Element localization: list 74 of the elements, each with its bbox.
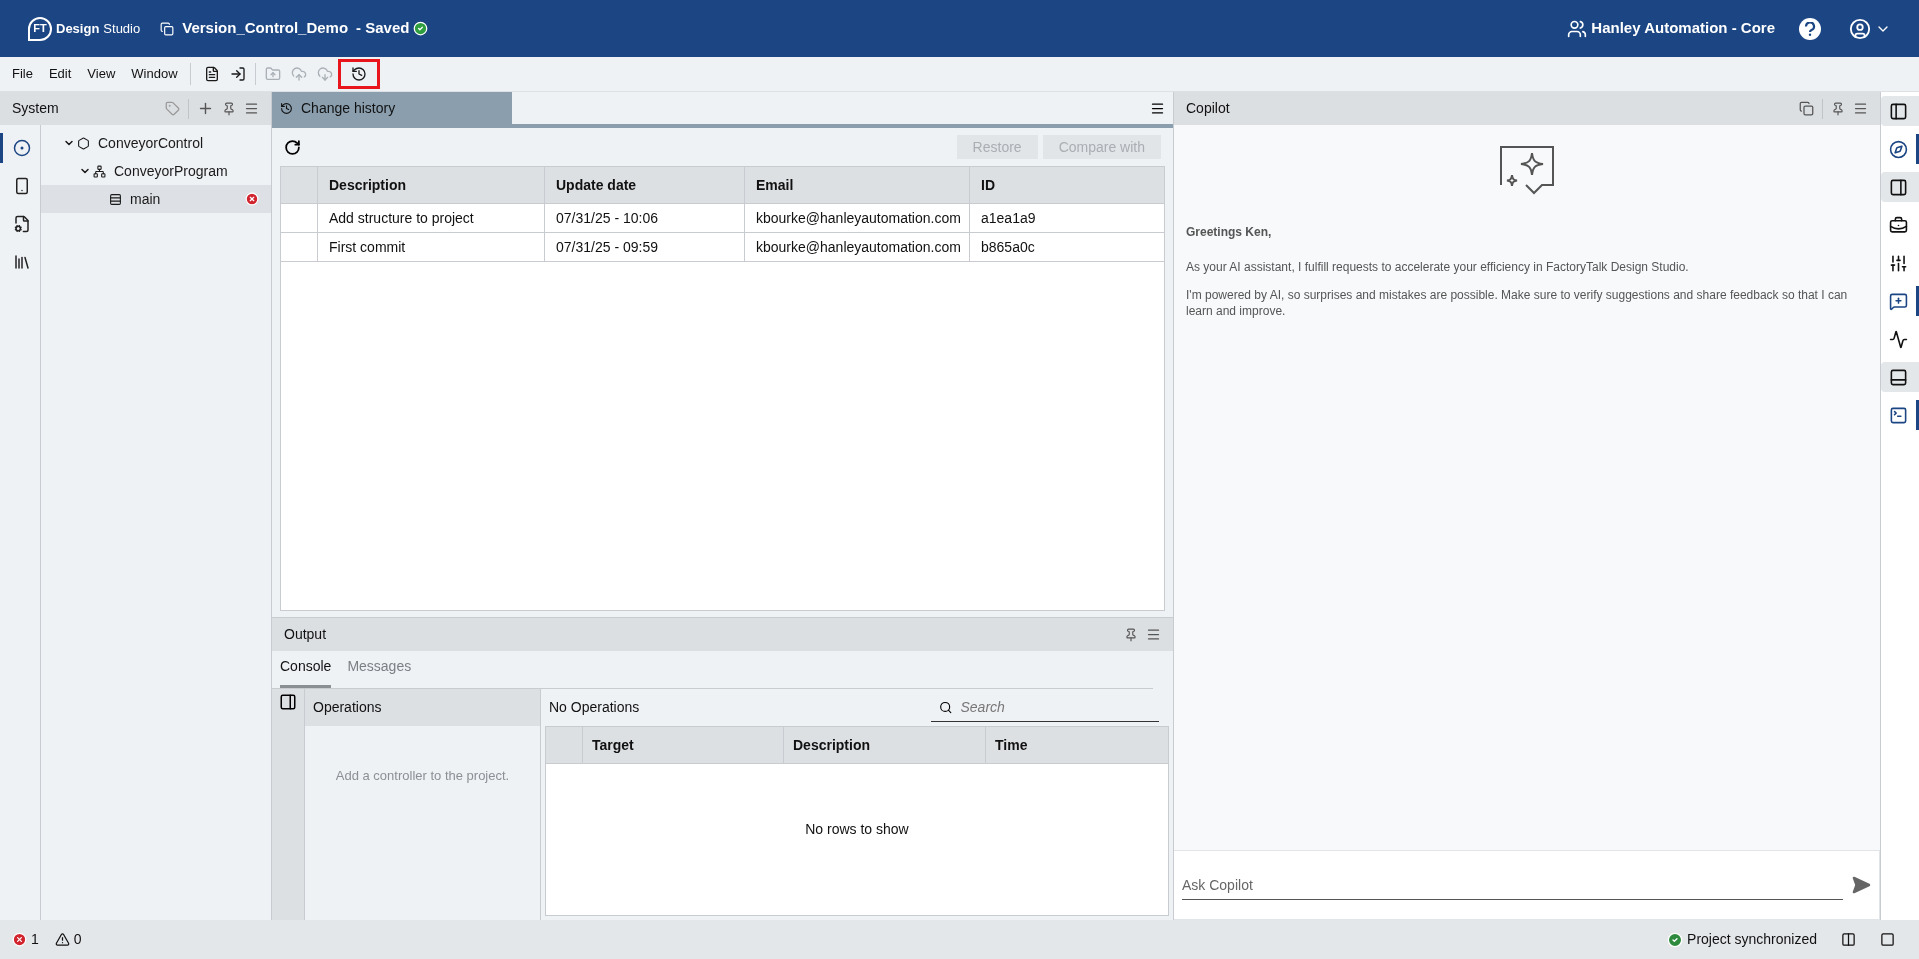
hexagon-icon [77,136,90,150]
menu-item[interactable]: View [87,64,116,84]
copilot-message: As your AI assistant, I fulfill requests to accelerate your efficiency in FactoryTalk Design Studio. [1186,259,1690,275]
tree-label: ConveyorProgram [114,161,229,181]
column-header[interactable]: Description [784,727,986,763]
organization-icon [1567,18,1588,39]
column-header[interactable]: Target [583,727,784,763]
table-cell: 07/31/25 - 09:59 [545,233,745,261]
operations-status: No Operations [549,698,641,717]
pin-icon[interactable] [1124,627,1138,642]
table-cell: First commit [318,233,545,261]
refresh-icon[interactable] [284,138,301,156]
brand-suffix: Studio [103,19,141,38]
search-icon [939,699,953,715]
column-header[interactable]: Email [745,167,970,203]
column-header[interactable]: Time [986,727,1168,763]
tree-item[interactable]: main [41,185,271,213]
help-icon[interactable] [1799,17,1821,40]
tree-item[interactable]: ConveyorProgram [41,157,271,185]
pin-icon[interactable] [222,101,236,116]
menu-item[interactable]: File [12,64,33,84]
logo-mark: FT [28,16,52,41]
error-icon[interactable] [12,932,27,947]
left-panel-icon[interactable] [1881,96,1919,126]
history-icon [280,101,293,115]
operations-header: Operations [305,689,540,726]
layout-icon[interactable] [1841,932,1856,947]
table-cell-text: b865a0c [980,237,1036,257]
sync-status: Project synchronized [1687,930,1817,949]
table-cell: kbourke@hanleyautomation.com [745,204,970,232]
maximize-icon[interactable] [1880,932,1895,947]
greeting-text: Greetings Ken, [1186,224,1273,241]
table-cell: Add structure to project [318,204,545,232]
panel-title: Copilot [1186,99,1231,118]
pin-icon[interactable] [1831,101,1845,116]
project-name: Version_Control_Demo [182,18,349,39]
tree-label: main [130,189,162,209]
column-header[interactable]: Update date [545,167,745,203]
change-history-tab[interactable]: Change history [272,92,512,124]
table-cell: 07/31/25 - 10:06 [545,204,745,232]
panel-title: System [12,99,60,118]
error-count[interactable]: 1 [31,929,39,950]
user-icon[interactable] [1849,17,1871,40]
output-tab[interactable]: Messages [347,656,412,688]
table-cell: kbourke@hanleyautomation.com [745,233,970,261]
empty-table-text: No rows to show [805,820,909,839]
ask-copilot-field[interactable]: Ask Copilot [1182,870,1843,900]
column-header[interactable]: ID [970,167,1164,203]
bottom-panel-icon[interactable] [1881,362,1919,392]
history-icon[interactable] [337,59,380,89]
copilot-message: I'm powered by AI, so surprises and mistakes are possible. Make sure to verify suggestions and share feedback so that I can learn and improve. [1186,287,1849,319]
table-cell-text: a1ea1a9 [980,208,1037,228]
tree-item[interactable]: ConveyorControl [41,129,271,157]
search-field[interactable]: Search [931,693,1159,722]
right-panel-icon[interactable] [1881,172,1919,202]
sync-check-icon [1667,931,1684,948]
menu-item[interactable]: Edit [48,64,72,84]
add-icon[interactable] [197,100,214,117]
saved-check-icon [413,21,429,36]
panel-title: Output [284,625,328,644]
organization-name[interactable]: Hanley Automation - Core [1591,17,1775,40]
warning-count[interactable]: 0 [73,929,82,950]
search-input[interactable]: Search [960,696,1151,718]
tree-label: ConveyorControl [98,133,205,153]
brand-name: Design [56,19,100,38]
copilot-input-panel[interactable]: Ask Copilot [1174,850,1880,920]
menu-icon[interactable] [1150,101,1165,116]
menu-item[interactable]: Window [131,64,178,84]
save-status: - Saved [356,18,410,39]
send-icon[interactable] [1851,875,1871,895]
operations-empty-text: Add a controller to the project. [334,767,511,785]
column-header[interactable]: Description [318,167,545,203]
warning-icon[interactable] [54,932,70,947]
side-panel-icon[interactable] [279,693,297,711]
